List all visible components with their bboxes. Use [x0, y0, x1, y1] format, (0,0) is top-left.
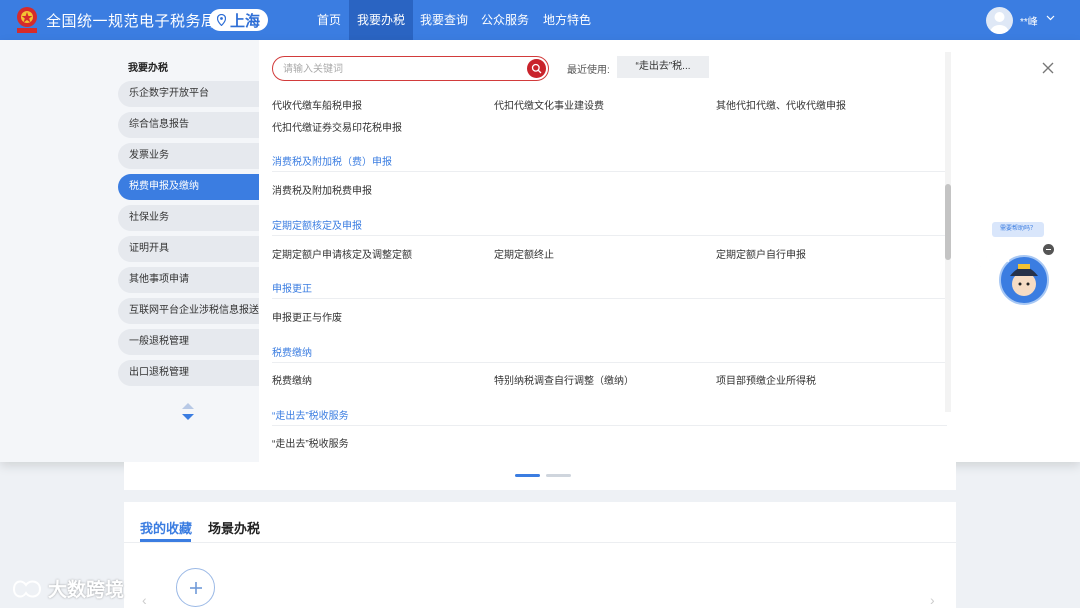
sidebar-item-certificates[interactable]: 证明开具 — [118, 236, 259, 262]
watermark-text: 大数跨境 — [48, 580, 125, 601]
carousel-dot[interactable] — [546, 474, 571, 477]
recent-item-chip[interactable]: “走出去”税... — [617, 56, 709, 78]
link-other-withholding[interactable]: 其他代扣代缴、代收代缴申报 — [716, 97, 846, 112]
watermark-logo-icon — [12, 580, 42, 597]
link-consumption-tax-filing[interactable]: 消费税及附加税费申报 — [272, 182, 372, 197]
content-scrollbar-thumb[interactable] — [945, 184, 951, 260]
link-fixed-quota-self-filing[interactable]: 定期定额户自行申报 — [716, 246, 806, 261]
nav-my-query[interactable]: 我要查询 — [412, 0, 476, 40]
assistant-label-na: 纳 — [976, 254, 993, 275]
section-divider — [272, 425, 947, 426]
carousel-next-icon[interactable]: › — [930, 592, 935, 608]
user-avatar-icon — [990, 12, 1009, 34]
assistant-label-hu: 互 — [972, 274, 989, 294]
search-icon — [531, 63, 542, 74]
assistant-label-art: 征 纳 互 动 — [972, 244, 1009, 312]
top-header: 全国统一规范电子税务局 上海 首页 我要办税 我要查询 公众服务 地方特色 **… — [0, 0, 1080, 40]
sidebar-item-info-report[interactable]: 综合信息报告 — [118, 112, 259, 138]
sidebar-item-leqi[interactable]: 乐企数字开放平台 — [118, 81, 259, 107]
section-title-fixed-quota: 定期定额核定及申报 — [272, 221, 362, 232]
chevron-down-icon[interactable] — [1046, 15, 1055, 21]
sidebar-title: 我要办税 — [128, 63, 168, 74]
site-title[interactable]: 全国统一规范电子税务局 — [46, 10, 217, 31]
section-title-payment: 税费缴纳 — [272, 348, 312, 359]
link-fixed-quota-terminate[interactable]: 定期定额终止 — [494, 246, 554, 261]
link-special-adjustment[interactable]: 特别纳税调查自行调整（缴纳） — [494, 372, 634, 387]
carousel-dot-active[interactable] — [515, 474, 540, 477]
user-name[interactable]: **峰 — [1020, 13, 1038, 28]
link-vehicle-vessel-tax[interactable]: 代收代缴车船税申报 — [272, 97, 362, 112]
section-divider — [272, 235, 947, 236]
plus-icon — [189, 581, 202, 594]
search-button[interactable] — [527, 59, 546, 78]
location-pin-icon — [217, 14, 226, 26]
sidebar-item-export-refund[interactable]: 出口退税管理 — [118, 360, 259, 386]
user-avatar[interactable] — [986, 7, 1013, 34]
section-title-going-global: “走出去”税收服务 — [272, 411, 349, 422]
watermark: 大数跨境 — [10, 575, 124, 602]
section-title-correction: 申报更正 — [272, 284, 312, 295]
section-title-consumption-tax: 消费税及附加税（费）申报 — [272, 157, 392, 168]
tab-my-favorites[interactable]: 我的收藏 — [140, 518, 192, 537]
add-favorite-button[interactable] — [176, 568, 215, 607]
assistant-label-zheng: 征 — [992, 244, 1009, 265]
nav-home[interactable]: 首页 — [309, 0, 349, 40]
assistant-label-dong: 动 — [982, 292, 999, 312]
favorites-divider — [124, 542, 956, 543]
link-project-prepay[interactable]: 项目部预缴企业所得税 — [716, 372, 816, 387]
nav-local-features[interactable]: 地方特色 — [535, 0, 599, 40]
search-input[interactable] — [283, 61, 523, 77]
link-going-global-service[interactable]: “走出去”税收服务 — [272, 435, 349, 450]
link-culture-fee[interactable]: 代扣代缴文化事业建设费 — [494, 97, 604, 112]
assistant-minimize-button[interactable] — [1043, 244, 1054, 255]
link-tax-payment[interactable]: 税费缴纳 — [272, 372, 312, 387]
sidebar-item-invoice[interactable]: 发票业务 — [118, 143, 259, 169]
sidebar-item-platform-report[interactable]: 互联网平台企业涉税信息报送 — [118, 298, 259, 324]
carousel-prev-icon[interactable]: ‹ — [142, 592, 147, 608]
search-box — [272, 56, 549, 81]
link-fixed-quota-apply[interactable]: 定期定额户申请核定及调整定额 — [272, 246, 412, 261]
section-divider — [272, 171, 947, 172]
tax-emblem-icon[interactable] — [14, 6, 40, 34]
section-divider — [272, 362, 947, 363]
nav-my-tax[interactable]: 我要办税 — [349, 0, 414, 40]
link-correction-void[interactable]: 申报更正与作废 — [272, 309, 342, 324]
region-selector[interactable]: 上海 — [209, 9, 268, 31]
assistant-bubble: 需要帮助吗？ — [992, 222, 1044, 237]
sidebar-item-tax-filing[interactable]: 税费申报及缴纳 — [118, 174, 259, 200]
sidebar-item-social-insurance[interactable]: 社保业务 — [118, 205, 259, 231]
recent-label: 最近使用: — [567, 65, 610, 76]
close-icon[interactable] — [1042, 62, 1054, 74]
category-sidebar: 我要办税 乐企数字开放平台 综合信息报告 发票业务 税费申报及缴纳 社保业务 证… — [0, 40, 259, 462]
section-divider — [272, 298, 947, 299]
assistant-widget[interactable]: 需要帮助吗？ 征 纳 互 动 — [968, 218, 1058, 318]
sidebar-item-general-refund[interactable]: 一般退税管理 — [118, 329, 259, 355]
carousel-card — [124, 462, 956, 490]
tab-scenario-tax[interactable]: 场景办税 — [208, 518, 260, 537]
nav-public-service[interactable]: 公众服务 — [473, 0, 537, 40]
region-label: 上海 — [230, 12, 261, 30]
sidebar-item-other-requests[interactable]: 其他事项申请 — [118, 267, 259, 293]
sidebar-scroll-arrows-icon[interactable] — [181, 403, 195, 421]
link-stamp-duty[interactable]: 代扣代缴证券交易印花税申报 — [272, 119, 402, 134]
